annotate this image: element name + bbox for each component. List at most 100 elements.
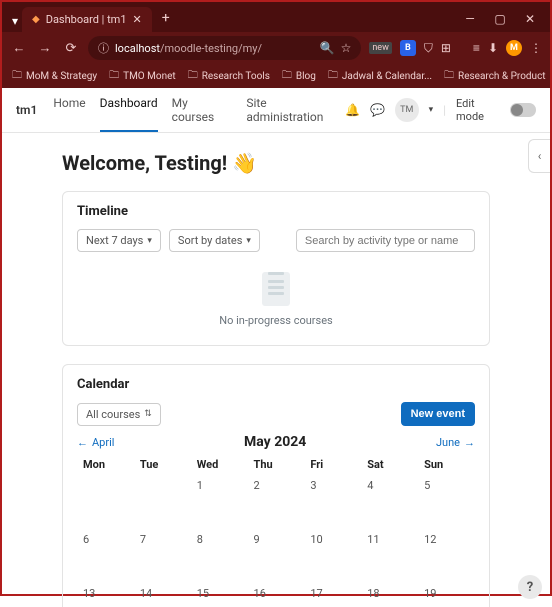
bookmarks-bar: 🗀MoM & Strategy 🗀TMO Monet 🗀Research Too… bbox=[2, 64, 550, 88]
weekday-header: Thu bbox=[248, 454, 305, 475]
block-drawer-toggle[interactable]: ‹ bbox=[528, 139, 550, 173]
calendar-day[interactable] bbox=[134, 475, 191, 529]
bookmark-folder[interactable]: 🗀Jadwal & Calendar... bbox=[328, 68, 432, 85]
chevron-down-icon: ▾ bbox=[147, 236, 152, 246]
extension-new-icon[interactable]: new bbox=[369, 42, 392, 54]
timeline-empty-state: No in-progress courses bbox=[77, 252, 475, 333]
timeline-sort-filter[interactable]: Sort by dates▾ bbox=[169, 229, 260, 252]
calendar-day[interactable]: 15 bbox=[191, 583, 248, 607]
maximize-icon[interactable]: ▢ bbox=[486, 6, 514, 32]
calendar-day[interactable]: 2 bbox=[248, 475, 305, 529]
calendar-day[interactable]: 1 bbox=[191, 475, 248, 529]
calendar-day[interactable]: 8 bbox=[191, 529, 248, 583]
weekday-header: Mon bbox=[77, 454, 134, 475]
site-info-icon[interactable]: ⓘ bbox=[98, 40, 109, 56]
back-icon[interactable]: ← bbox=[10, 40, 28, 56]
weekday-header: Tue bbox=[134, 454, 191, 475]
folder-icon: 🗀 bbox=[444, 68, 454, 85]
window-controls: — ▢ ✕ bbox=[456, 6, 544, 32]
prev-month-link[interactable]: ←April bbox=[77, 436, 114, 449]
tab-title: Dashboard | tm1 bbox=[46, 13, 127, 26]
tab-favicon-icon: ◆ bbox=[32, 14, 40, 25]
folder-icon: 🗀 bbox=[188, 68, 198, 85]
extensions-puzzle-icon[interactable]: ⊞ bbox=[441, 41, 451, 55]
address-bar[interactable]: ⓘ localhost/moodle-testing/my/ 🔍 ☆ bbox=[88, 36, 361, 60]
primary-nav: Home Dashboard My courses Site administr… bbox=[53, 96, 345, 124]
search-icon[interactable]: 🔍 bbox=[320, 41, 335, 55]
edit-mode-toggle[interactable]: Edit mode bbox=[456, 97, 536, 123]
browser-tabstrip: ▾ ◆ Dashboard | tm1 ✕ + — ▢ ✕ bbox=[2, 2, 550, 32]
reading-list-icon[interactable]: ≡ bbox=[473, 41, 480, 55]
calendar-day[interactable]: 6 bbox=[77, 529, 134, 583]
extension-b-icon[interactable]: B bbox=[400, 40, 416, 56]
notifications-icon[interactable]: 🔔 bbox=[345, 103, 360, 117]
calendar-day[interactable]: 19 bbox=[418, 583, 475, 607]
downloads-icon[interactable]: ⬇ bbox=[488, 41, 498, 55]
calendar-day[interactable]: 14 bbox=[134, 583, 191, 607]
close-window-icon[interactable]: ✕ bbox=[516, 6, 544, 32]
page-navbar: tm1 Home Dashboard My courses Site admin… bbox=[2, 88, 550, 133]
chevron-down-icon: ▾ bbox=[246, 236, 251, 246]
extension-shield-icon[interactable]: ⛉ bbox=[424, 41, 433, 56]
calendar-month-title[interactable]: May 2024 bbox=[244, 434, 306, 450]
nav-my-courses[interactable]: My courses bbox=[172, 96, 233, 124]
nav-dashboard[interactable]: Dashboard bbox=[100, 96, 158, 132]
help-button[interactable]: ? bbox=[518, 575, 542, 599]
calendar-day[interactable]: 11 bbox=[361, 529, 418, 583]
url-text: localhost/moodle-testing/my/ bbox=[115, 42, 262, 55]
nav-home[interactable]: Home bbox=[53, 96, 85, 124]
reload-icon[interactable]: ⟳ bbox=[62, 41, 80, 56]
calendar-title: Calendar bbox=[77, 377, 475, 392]
calendar-day[interactable]: 7 bbox=[134, 529, 191, 583]
weekday-header: Fri bbox=[304, 454, 361, 475]
calendar-day[interactable]: 13 bbox=[77, 583, 134, 607]
timeline-title: Timeline bbox=[77, 204, 475, 219]
timeline-search[interactable] bbox=[296, 229, 475, 252]
updown-icon: ⇅ bbox=[144, 409, 152, 419]
weekday-header: Wed bbox=[191, 454, 248, 475]
new-event-button[interactable]: New event bbox=[401, 402, 475, 426]
calendar-day[interactable]: 16 bbox=[248, 583, 305, 607]
calendar-block: Calendar All courses⇅ New event ←April M… bbox=[62, 364, 490, 607]
site-name[interactable]: tm1 bbox=[16, 103, 37, 117]
new-tab-button[interactable]: + bbox=[152, 4, 180, 32]
calendar-day[interactable]: 9 bbox=[248, 529, 305, 583]
folder-icon: 🗀 bbox=[328, 68, 338, 85]
calendar-course-filter[interactable]: All courses⇅ bbox=[77, 403, 161, 426]
empty-list-icon bbox=[262, 272, 290, 306]
bookmark-folder[interactable]: 🗀Research & Product bbox=[444, 68, 546, 85]
toggle-switch[interactable] bbox=[510, 103, 536, 117]
messages-icon[interactable]: 💬 bbox=[370, 103, 385, 117]
calendar-day[interactable]: 5 bbox=[418, 475, 475, 529]
calendar-day[interactable] bbox=[77, 475, 134, 529]
folder-icon: 🗀 bbox=[282, 68, 292, 85]
folder-icon: 🗀 bbox=[12, 68, 22, 85]
welcome-heading: Welcome, Testing! 👋 bbox=[62, 151, 490, 175]
timeline-search-input[interactable] bbox=[305, 235, 466, 247]
bookmark-star-icon[interactable]: ☆ bbox=[341, 41, 352, 55]
close-tab-icon[interactable]: ✕ bbox=[133, 13, 142, 26]
profile-avatar-icon[interactable]: M bbox=[506, 40, 522, 56]
calendar-day[interactable]: 10 bbox=[304, 529, 361, 583]
chrome-menu-icon[interactable]: ⋮ bbox=[530, 41, 542, 55]
forward-icon[interactable]: → bbox=[36, 40, 54, 56]
browser-tab-active[interactable]: ◆ Dashboard | tm1 ✕ bbox=[22, 7, 152, 32]
weekday-header: Sun bbox=[418, 454, 475, 475]
bookmark-folder[interactable]: 🗀MoM & Strategy bbox=[12, 68, 97, 85]
timeline-time-filter[interactable]: Next 7 days▾ bbox=[77, 229, 161, 252]
calendar-grid: Mon Tue Wed Thu Fri Sat Sun 1 2 3 4 5 bbox=[77, 454, 475, 607]
user-menu[interactable]: TM bbox=[395, 98, 419, 122]
calendar-day[interactable]: 12 bbox=[418, 529, 475, 583]
calendar-day[interactable]: 18 bbox=[361, 583, 418, 607]
calendar-day[interactable]: 4 bbox=[361, 475, 418, 529]
bookmark-folder[interactable]: 🗀Blog bbox=[282, 68, 316, 85]
minimize-icon[interactable]: — bbox=[456, 6, 484, 32]
chevron-down-icon[interactable]: ▾ bbox=[429, 105, 434, 115]
bookmark-folder[interactable]: 🗀Research Tools bbox=[188, 68, 270, 85]
tab-search-icon[interactable]: ▾ bbox=[8, 10, 22, 32]
bookmark-folder[interactable]: 🗀TMO Monet bbox=[109, 68, 176, 85]
nav-site-admin[interactable]: Site administration bbox=[246, 96, 345, 124]
calendar-day[interactable]: 17 bbox=[304, 583, 361, 607]
calendar-day[interactable]: 3 bbox=[304, 475, 361, 529]
next-month-link[interactable]: June→ bbox=[436, 436, 475, 449]
